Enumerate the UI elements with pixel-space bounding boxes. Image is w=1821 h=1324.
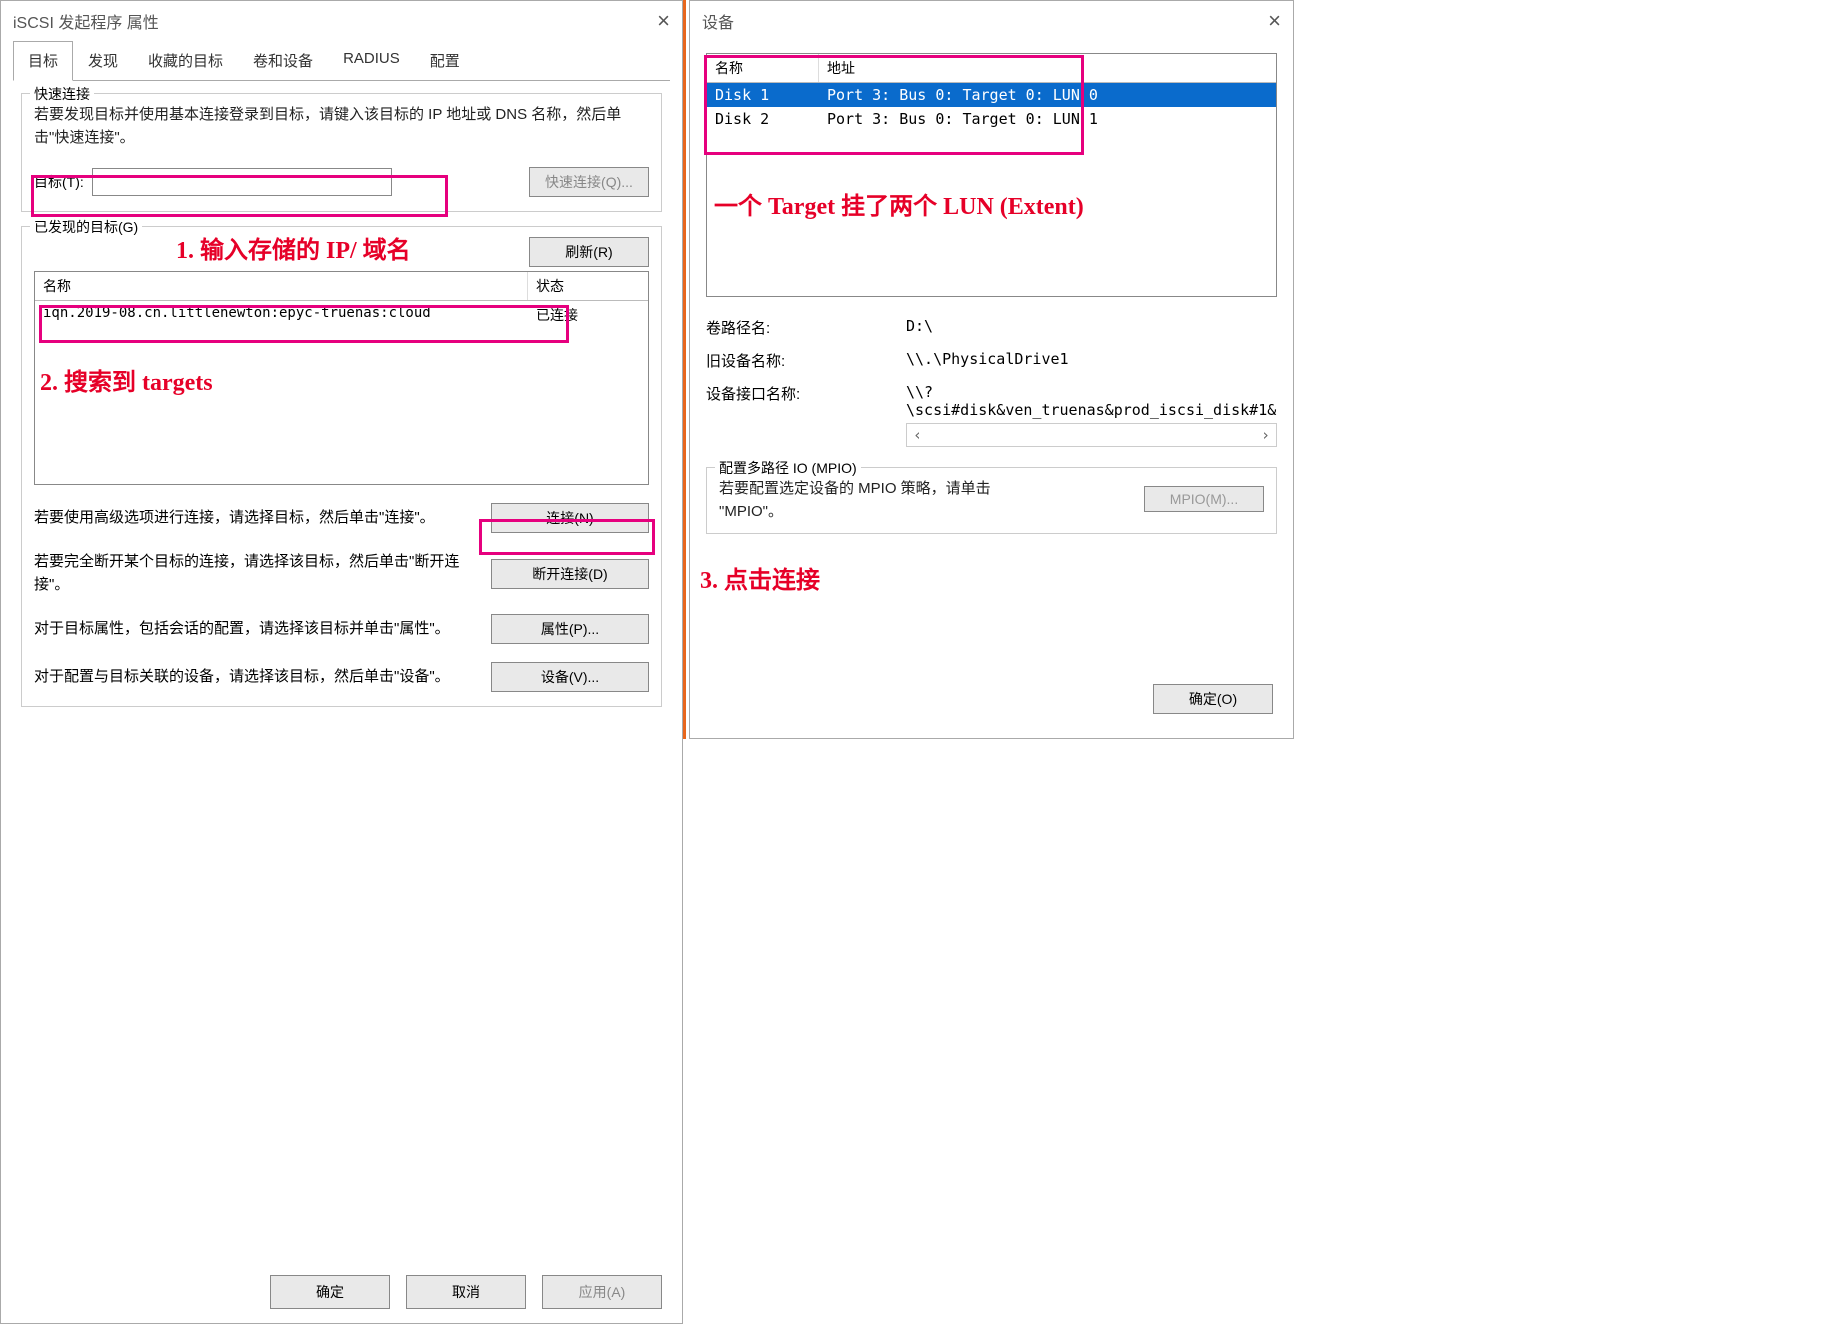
chevron-right-icon[interactable]: › (1261, 426, 1270, 444)
group-title-discovered: 已发现的目标(G) (30, 217, 142, 237)
volume-path-label: 卷路径名: (706, 317, 906, 338)
device-row[interactable]: Disk 1 Port 3: Bus 0: Target 0: LUN 0 (707, 83, 1276, 107)
col-device-name: 名称 (707, 54, 819, 82)
quick-connect-button: 快速连接(Q)... (529, 167, 649, 197)
titlebar: iSCSI 发起程序 属性 × (1, 1, 682, 41)
tab-radius[interactable]: RADIUS (328, 41, 415, 80)
mpio-desc: 若要配置选定设备的 MPIO 策略，请单击 "MPIO"。 (719, 478, 1029, 523)
quick-connect-desc: 若要发现目标并使用基本连接登录到目标，请键入该目标的 IP 地址或 DNS 名称… (34, 104, 649, 149)
target-name: iqn.2019-08.cn.littlenewton:epyc-truenas… (35, 301, 528, 329)
interface-name-value: \\?\scsi#disk&ven_truenas&prod_iscsi_dis… (906, 383, 1277, 419)
target-label: 目标(T): (34, 172, 84, 192)
chevron-left-icon[interactable]: ‹ (913, 426, 922, 444)
window-title: iSCSI 发起程序 属性 (13, 9, 159, 33)
target-status: 已连接 (528, 301, 648, 329)
device-list-header: 名称 地址 (707, 54, 1276, 83)
window-title-right: 设备 (702, 9, 734, 33)
legacy-name-value: \\.\PhysicalDrive1 (906, 350, 1277, 371)
device-row[interactable]: Disk 2 Port 3: Bus 0: Target 0: LUN 1 (707, 107, 1276, 131)
iscsi-properties-window: iSCSI 发起程序 属性 × 目标 发现 收藏的目标 卷和设备 RADIUS … (0, 0, 683, 1324)
targets-list-header: 名称 状态 (35, 272, 648, 301)
tab-volumes[interactable]: 卷和设备 (238, 41, 328, 80)
col-device-addr: 地址 (819, 54, 1276, 82)
properties-button[interactable]: 属性(P)... (491, 614, 649, 644)
titlebar-right: 设备 × (690, 1, 1293, 41)
tab-targets[interactable]: 目标 (13, 41, 73, 81)
tab-bar: 目标 发现 收藏的目标 卷和设备 RADIUS 配置 (13, 41, 670, 81)
device-name: Disk 1 (707, 83, 819, 107)
tab-config[interactable]: 配置 (415, 41, 475, 80)
mpio-button: MPIO(M)... (1144, 486, 1264, 512)
target-input[interactable] (92, 168, 392, 196)
device-addr: Port 3: Bus 0: Target 0: LUN 0 (819, 83, 1106, 107)
refresh-button[interactable]: 刷新(R) (529, 237, 649, 267)
close-icon[interactable]: × (657, 8, 670, 34)
properties-desc: 对于目标属性，包括会话的配置，请选择该目标并单击"属性"。 (34, 618, 471, 641)
device-name: Disk 2 (707, 107, 819, 131)
close-icon-right[interactable]: × (1268, 8, 1281, 34)
quick-connect-group: 快速连接 若要发现目标并使用基本连接登录到目标，请键入该目标的 IP 地址或 D… (21, 93, 662, 212)
annotation-4: 一个 Target 挂了两个 LUN (Extent) (714, 186, 1084, 221)
legacy-name-label: 旧设备名称: (706, 350, 906, 371)
interface-scroll[interactable]: ‹ › (906, 423, 1277, 447)
apply-button: 应用(A) (542, 1275, 662, 1309)
annotation-2: 2. 搜索到 targets (40, 362, 213, 397)
panel-divider (683, 0, 686, 739)
devices-button[interactable]: 设备(V)... (491, 662, 649, 692)
volume-path-value: D:\ (906, 317, 1277, 338)
group-title-quick: 快速连接 (30, 84, 94, 104)
annotation-3: 3. 点击连接 (700, 560, 820, 595)
mpio-group-title: 配置多路径 IO (MPIO) (715, 458, 861, 478)
target-row[interactable]: iqn.2019-08.cn.littlenewton:epyc-truenas… (35, 301, 648, 329)
ok-button[interactable]: 确定 (270, 1275, 390, 1309)
col-name: 名称 (35, 272, 528, 300)
tab-favorites[interactable]: 收藏的目标 (133, 41, 238, 80)
dialog-buttons: 确定 取消 应用(A) (270, 1275, 662, 1309)
cancel-button[interactable]: 取消 (406, 1275, 526, 1309)
device-addr: Port 3: Bus 0: Target 0: LUN 1 (819, 107, 1106, 131)
disconnect-button[interactable]: 断开连接(D) (491, 559, 649, 589)
connect-desc: 若要使用高级选项进行连接，请选择目标，然后单击"连接"。 (34, 507, 471, 530)
col-status: 状态 (528, 272, 648, 300)
ok-button-right[interactable]: 确定(O) (1153, 684, 1273, 714)
device-list[interactable]: 名称 地址 Disk 1 Port 3: Bus 0: Target 0: LU… (706, 53, 1277, 297)
annotation-1: 1. 输入存储的 IP/ 域名 (176, 230, 411, 265)
disconnect-desc: 若要完全断开某个目标的连接，请选择该目标，然后单击"断开连接"。 (34, 551, 471, 596)
discovered-targets-group: 已发现的目标(G) 刷新(R) 名称 状态 iqn.2019-08.cn.lit… (21, 226, 662, 707)
mpio-group: 配置多路径 IO (MPIO) 若要配置选定设备的 MPIO 策略，请单击 "M… (706, 467, 1277, 534)
interface-name-label: 设备接口名称: (706, 383, 906, 447)
connect-button[interactable]: 连接(N) (491, 503, 649, 533)
tab-discovery[interactable]: 发现 (73, 41, 133, 80)
devices-desc: 对于配置与目标关联的设备，请选择该目标，然后单击"设备"。 (34, 666, 471, 689)
devices-window: 设备 × 名称 地址 Disk 1 Port 3: Bus 0: Target … (689, 0, 1294, 739)
